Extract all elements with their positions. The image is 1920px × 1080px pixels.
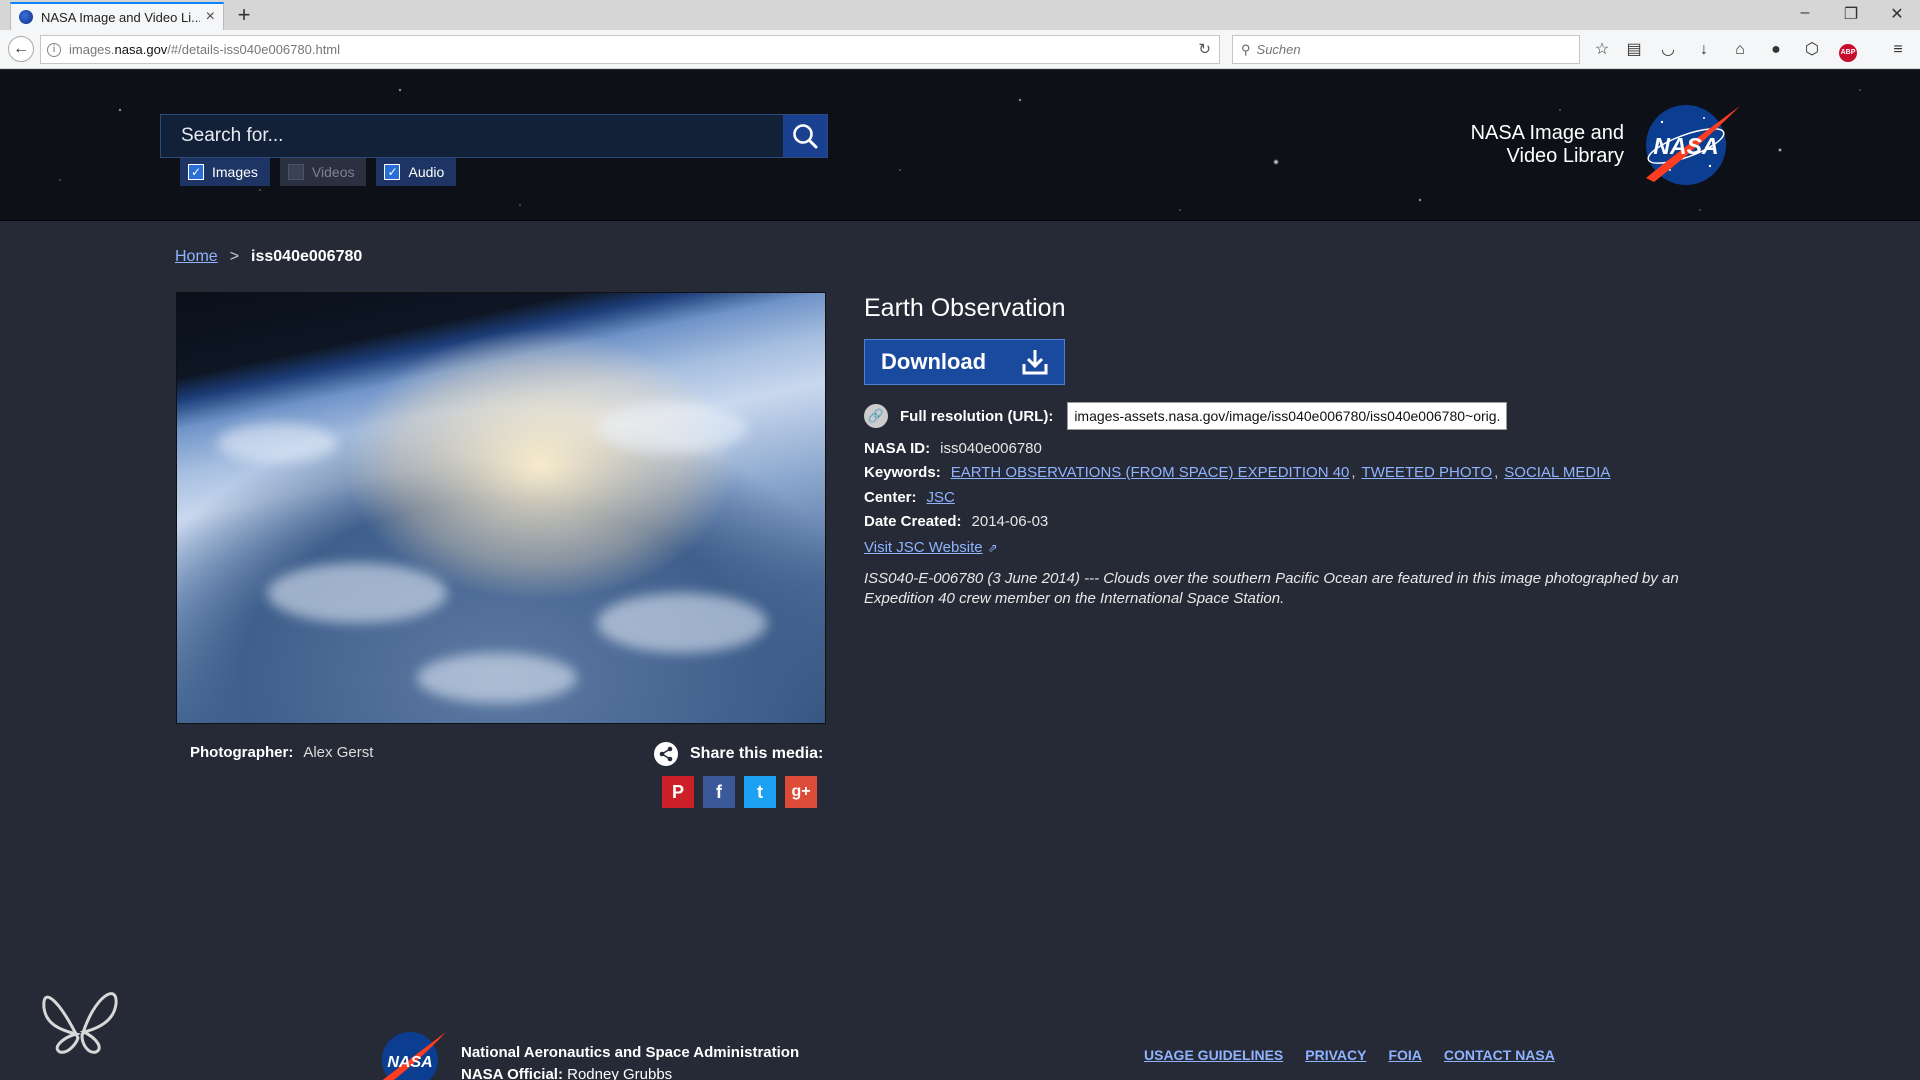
cloud-shape [267,563,447,623]
search-input[interactable] [161,115,783,157]
nasa-favicon-icon [19,10,33,24]
share-icon [654,742,678,766]
nasa-meatball-logo-icon[interactable]: NASA [1640,100,1744,190]
restore-icon[interactable]: ❐ [1836,4,1866,24]
breadcrumb-separator: > [229,248,240,265]
full-resolution-row: 🔗 Full resolution (URL): [864,402,1508,430]
visit-website-row: Visit JSC Website ⇗ [864,539,998,556]
search-button[interactable] [783,115,827,157]
date-created-value: 2014-06-03 [971,513,1049,530]
earth-observation-photo[interactable] [176,292,826,724]
cloud-shape [217,423,337,463]
keyword-link[interactable]: TWEETED PHOTO [1362,464,1493,481]
checkbox-checked-icon[interactable]: ✓ [384,164,401,180]
breadcrumb-home-link[interactable]: Home [175,248,218,266]
nasa-official: NASA Official: Rodney Grubbs [461,1066,673,1080]
pocket-icon[interactable]: ◡ [1656,38,1680,62]
site-brand-title[interactable]: NASA Image and Video Library [1400,122,1624,168]
browser-nav-bar: ← i images.nasa.gov/#/details-iss040e006… [0,30,1920,69]
svg-text:NASA: NASA [1653,133,1718,159]
home-icon[interactable]: ⌂ [1728,38,1752,62]
page-title: Earth Observation [864,294,1066,322]
svg-text:NASA: NASA [387,1054,432,1071]
browser-search-input[interactable] [1256,42,1557,57]
footer-links: USAGE GUIDELINES PRIVACY FOIA CONTACT NA… [1144,1047,1577,1063]
filter-videos[interactable]: Videos [279,158,367,186]
foia-link[interactable]: FOIA [1388,1047,1421,1063]
nasa-id-value: iss040e006780 [940,440,1042,457]
media-filters: ✓ Images Videos ✓ Audio [180,158,466,186]
browser-search-bar[interactable]: ⚲ [1232,35,1580,64]
window-close-icon[interactable]: ✕ [1882,4,1912,24]
minimize-icon[interactable]: – [1790,4,1820,22]
site-search-box [160,114,828,158]
adblock-icon[interactable]: ABP [1836,38,1860,62]
reload-icon[interactable]: ↻ [1198,40,1211,58]
nasa-footer-logo-icon[interactable]: NASA [378,1026,448,1080]
site-header: ✓ Images Videos ✓ Audio NASA Image and V… [0,70,1920,221]
twitter-icon[interactable]: t [744,776,776,808]
chat-icon[interactable]: ● [1764,38,1788,62]
privacy-link[interactable]: PRIVACY [1305,1047,1366,1063]
center-row: Center: JSC [864,489,955,506]
checkbox-unchecked-icon[interactable] [287,164,304,180]
share-header: Share this media: [654,742,823,766]
visit-jsc-website-link[interactable]: Visit JSC Website [864,539,983,556]
media-description: ISS040-E-006780 (3 June 2014) --- Clouds… [864,570,1679,607]
download-button[interactable]: Download [864,339,1065,385]
browser-tab[interactable]: NASA Image and Video Li... × [10,2,224,30]
google-plus-icon[interactable]: g+ [785,776,817,808]
breadcrumb-current: iss040e006780 [251,248,363,265]
menu-hamburger-icon[interactable]: ≡ [1886,38,1910,62]
pinterest-icon[interactable]: P [662,776,694,808]
reading-list-icon[interactable]: ▤ [1622,38,1646,62]
facebook-icon[interactable]: f [703,776,735,808]
link-chain-icon: 🔗 [864,404,888,428]
close-icon[interactable]: × [206,8,215,26]
filter-images[interactable]: ✓ Images [180,158,270,186]
footer-organization: National Aeronautics and Space Administr… [461,1042,799,1080]
full-resolution-url-field[interactable] [1067,402,1508,430]
filter-audio[interactable]: ✓ Audio [376,158,457,186]
back-arrow-icon[interactable]: ← [8,36,34,62]
bookmark-star-icon[interactable]: ☆ [1590,38,1614,62]
new-tab-plus-icon[interactable]: + [232,3,256,27]
external-link-icon: ⇗ [987,540,998,555]
checkbox-checked-icon[interactable]: ✓ [188,164,204,180]
butterfly-watermark-icon [42,992,118,1054]
browser-tab-bar: NASA Image and Video Li... × + – ❐ ✕ [0,0,1920,30]
address-bar[interactable]: i images.nasa.gov/#/details-iss040e00678… [40,35,1220,64]
cloud-shape [597,403,747,453]
cloud-shape [417,653,577,703]
search-icon: ⚲ [1241,41,1251,57]
date-created-row: Date Created: 2014-06-03 [864,513,1049,530]
photographer-row: Photographer: Alex Gerst [190,744,374,761]
center-link[interactable]: JSC [927,489,955,506]
download-icon [1022,350,1048,375]
url-text[interactable]: images.nasa.gov/#/details-iss040e006780.… [69,42,1219,57]
info-icon[interactable]: i [47,42,61,57]
tab-title: NASA Image and Video Li... [41,9,200,25]
download-arrow-icon[interactable]: ↓ [1692,38,1716,62]
keyword-link[interactable]: EARTH OBSERVATIONS (FROM SPACE) EXPEDITI… [951,464,1350,481]
extension-icon[interactable]: ⬡ [1800,38,1824,62]
keyword-link[interactable]: SOCIAL MEDIA [1504,464,1610,481]
contact-nasa-link[interactable]: CONTACT NASA [1444,1047,1555,1063]
photographer-name: Alex Gerst [303,744,374,761]
breadcrumb: Home > iss040e006780 [175,248,362,266]
search-icon [793,124,818,149]
usage-guidelines-link[interactable]: USAGE GUIDELINES [1144,1047,1283,1063]
cloud-shape [597,593,767,653]
nasa-id-row: NASA ID: iss040e006780 [864,440,1042,457]
keywords-row: Keywords: EARTH OBSERVATIONS (FROM SPACE… [864,464,1611,481]
